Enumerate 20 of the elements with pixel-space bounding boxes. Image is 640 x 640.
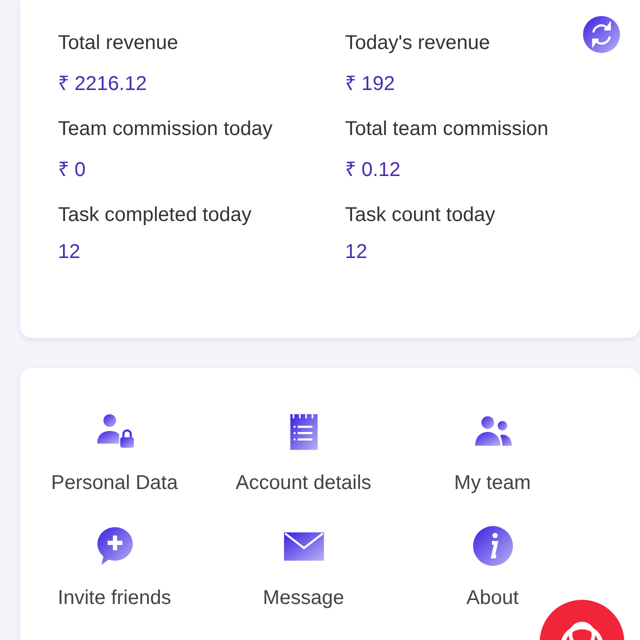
- stat-value: ₹ 0: [58, 158, 87, 182]
- refresh-icon[interactable]: [583, 16, 620, 53]
- stat-value: 12: [345, 241, 368, 264]
- menu-label[interactable]: My team: [454, 472, 531, 495]
- stat-value: ₹ 2216.12: [58, 72, 148, 96]
- menu-label[interactable]: Account details: [236, 472, 372, 495]
- stat-label: Task count today: [345, 204, 496, 227]
- menu-label[interactable]: About: [466, 587, 519, 610]
- info-icon[interactable]: [472, 525, 514, 567]
- stat-label: Today's revenue: [345, 32, 492, 55]
- stat-label: Total revenue: [58, 32, 180, 55]
- stat-label: Team commission today: [58, 118, 274, 141]
- menu-label[interactable]: Invite friends: [58, 587, 172, 610]
- stat-label: Task completed today: [58, 204, 252, 227]
- menu-label[interactable]: Personal Data: [51, 472, 178, 495]
- stat-value: ₹ 0.12: [345, 158, 402, 182]
- stat-value: ₹ 192: [345, 72, 396, 96]
- stat-value: 12: [58, 241, 82, 264]
- stat-label: Total team commission: [345, 118, 550, 141]
- menu-label[interactable]: Message: [262, 587, 344, 610]
